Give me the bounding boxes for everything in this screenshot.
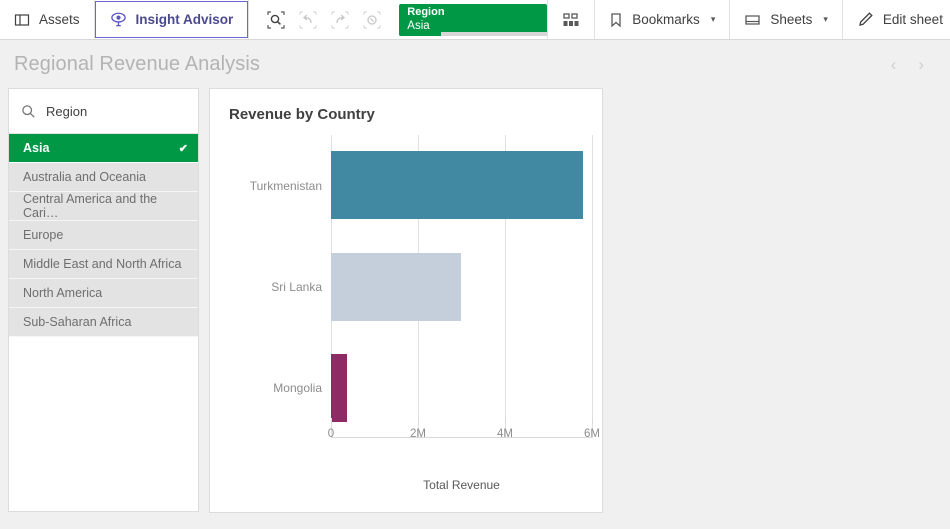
- assets-panel-icon: [14, 12, 30, 28]
- selection-chip-region[interactable]: Region Asia: [399, 4, 547, 36]
- chevron-down-icon: ▾: [711, 14, 716, 25]
- filter-pane-header[interactable]: Region: [9, 89, 198, 134]
- clear-all-selections-button[interactable]: [357, 6, 387, 34]
- gridline: [592, 135, 593, 438]
- insight-advisor-tab[interactable]: Insight Advisor: [95, 1, 249, 38]
- toolbar-right-group: Bookmarks ▾ Sheets ▾ Edit sheet: [547, 0, 950, 39]
- selection-chip-value: Asia: [407, 19, 539, 33]
- x-tick-label: 4M: [497, 428, 513, 440]
- sheets-button[interactable]: Sheets ▾: [730, 0, 843, 39]
- assets-tab[interactable]: Assets: [0, 0, 95, 39]
- bar-turkmenistan[interactable]: [331, 151, 583, 219]
- edit-sheet-label: Edit sheet: [883, 12, 943, 27]
- chart-revenue-by-country[interactable]: Revenue by Country TurkmenistanSri Lanka…: [209, 88, 603, 513]
- category-label-turkmenistan: Turkmenistan: [250, 179, 322, 193]
- chart-bars-region: TurkmenistanSri LankaMongolia: [331, 135, 592, 438]
- filter-value-list: Asia ✔ Australia and Oceania Central Americ…: [9, 134, 198, 511]
- assets-tab-label: Assets: [39, 12, 80, 27]
- selection-chips: Region Asia: [395, 0, 547, 39]
- filter-item-sub-saharan-africa[interactable]: Sub-Saharan Africa: [9, 308, 198, 337]
- sheet-content: Region Asia ✔ Australia and Oceania Central…: [0, 88, 950, 529]
- chevron-down-icon: ▾: [823, 14, 828, 25]
- objects-button[interactable]: [547, 0, 595, 39]
- filter-pane-region: Region Asia ✔ Australia and Oceania Central…: [8, 88, 199, 512]
- insight-advisor-tab-label: Insight Advisor: [136, 12, 234, 27]
- filter-item-label: Australia and Oceania: [23, 170, 146, 184]
- x-tick-label: 6M: [584, 428, 600, 440]
- filter-item-label: Sub-Saharan Africa: [23, 315, 131, 329]
- selection-chip-state-bar: [399, 32, 547, 36]
- filter-field-label: Region: [46, 104, 87, 119]
- undo-button[interactable]: [293, 6, 323, 34]
- bookmark-icon: [609, 12, 623, 28]
- sheet-navigation: ‹ ›: [887, 54, 934, 75]
- bookmarks-button[interactable]: Bookmarks ▾: [595, 0, 730, 39]
- chart-plot-area: TurkmenistanSri LankaMongolia 02M4M6M To…: [220, 135, 592, 506]
- x-tick-mark: [505, 418, 506, 424]
- filter-item-label: Asia: [23, 141, 49, 155]
- selection-chip-field: Region: [407, 6, 539, 19]
- x-axis: 02M4M6M: [331, 418, 592, 438]
- filter-item-label: Middle East and North Africa: [23, 257, 181, 271]
- sheet-icon: [744, 12, 761, 28]
- selection-search-button[interactable]: [261, 6, 291, 34]
- category-label-mongolia: Mongolia: [273, 381, 322, 395]
- x-tick-mark: [331, 418, 332, 424]
- sheet-title-bar: Regional Revenue Analysis ‹ ›: [0, 40, 950, 88]
- x-tick-label: 2M: [410, 428, 426, 440]
- edit-sheet-button[interactable]: Edit sheet: [843, 0, 950, 39]
- filter-item-label: Europe: [23, 228, 63, 242]
- pencil-edit-icon: [857, 11, 874, 28]
- redo-button[interactable]: [325, 6, 355, 34]
- sheets-label: Sheets: [770, 12, 812, 27]
- category-label-sri-lanka: Sri Lanka: [271, 280, 322, 294]
- objects-grid-icon: [562, 12, 580, 28]
- bookmarks-label: Bookmarks: [632, 12, 700, 27]
- bar-mongolia[interactable]: [331, 354, 347, 422]
- x-tick-mark: [418, 418, 419, 424]
- next-sheet-button[interactable]: ›: [914, 54, 928, 75]
- top-toolbar: Assets Insight Advisor: [0, 0, 950, 40]
- prev-sheet-button[interactable]: ‹: [887, 54, 901, 75]
- x-tick-label: 0: [328, 428, 334, 440]
- check-icon: ✔: [179, 142, 188, 155]
- filter-item-middle-east-and-north-africa[interactable]: Middle East and North Africa: [9, 250, 198, 279]
- filter-item-label: Central America and the Cari…: [23, 192, 188, 220]
- filter-item-north-america[interactable]: North America: [9, 279, 198, 308]
- page-title: Regional Revenue Analysis: [14, 53, 260, 76]
- x-tick-mark: [592, 418, 593, 424]
- x-axis-title: Total Revenue: [331, 478, 592, 492]
- filter-item-central-america-and-the-cari[interactable]: Central America and the Cari…: [9, 192, 198, 221]
- filter-item-label: North America: [23, 286, 102, 300]
- chart-title: Revenue by Country: [220, 101, 592, 123]
- filter-item-europe[interactable]: Europe: [9, 221, 198, 250]
- insight-advisor-eye-icon: [110, 11, 127, 28]
- search-icon: [21, 104, 36, 119]
- bar-sri-lanka[interactable]: [331, 253, 461, 321]
- selection-tools-group: [248, 0, 395, 39]
- filter-item-australia-and-oceania[interactable]: Australia and Oceania: [9, 163, 198, 192]
- filter-item-asia[interactable]: Asia ✔: [9, 134, 198, 163]
